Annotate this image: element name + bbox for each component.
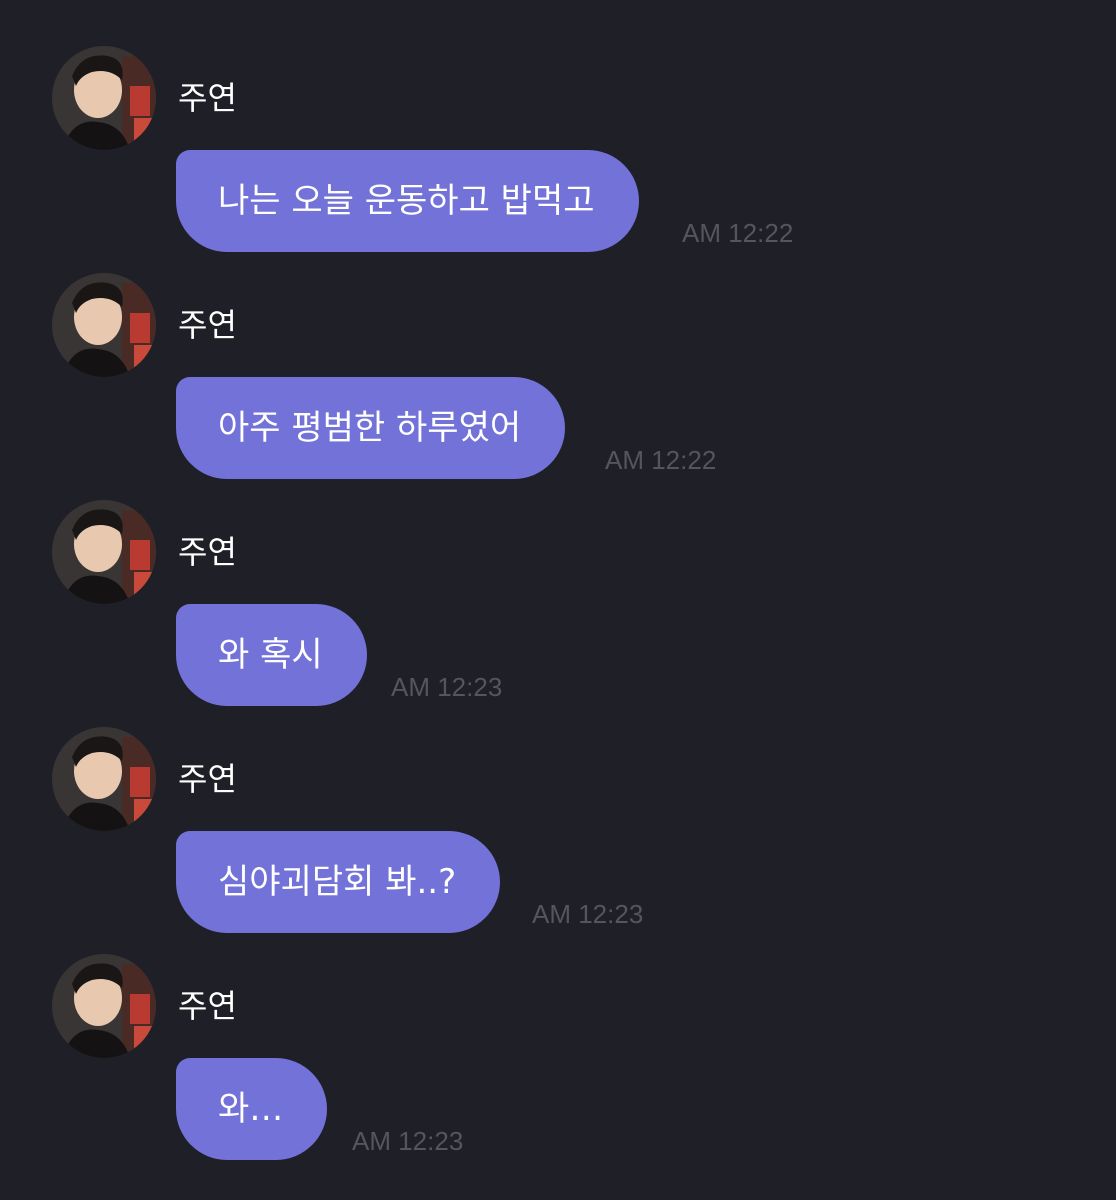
chat-area[interactable]: 주연 나는 오늘 운동하고 밥먹고 AM 12:22 주연 아주 평범한 하루였… bbox=[0, 0, 1116, 1200]
avatar[interactable] bbox=[52, 954, 156, 1058]
message-bubble[interactable]: 심야괴담회 봐..? bbox=[176, 831, 501, 933]
chat-message: 주연 와… AM 12:23 bbox=[0, 954, 1116, 1181]
message-bubble[interactable]: 와 혹시 bbox=[176, 604, 367, 706]
message-timestamp: AM 12:23 bbox=[532, 899, 644, 929]
message-bubble[interactable]: 아주 평범한 하루였어 bbox=[176, 377, 566, 479]
chat-message: 주연 나는 오늘 운동하고 밥먹고 AM 12:22 bbox=[0, 46, 1116, 273]
sender-name: 주연 bbox=[178, 987, 237, 1025]
sender-name: 주연 bbox=[178, 79, 237, 117]
avatar[interactable] bbox=[52, 500, 156, 604]
sender-name: 주연 bbox=[178, 760, 237, 798]
message-bubble[interactable]: 와… bbox=[176, 1058, 328, 1160]
sender-name: 주연 bbox=[178, 533, 237, 571]
chat-message: 주연 심야괴담회 봐..? AM 12:23 bbox=[0, 727, 1116, 954]
avatar[interactable] bbox=[52, 46, 156, 150]
message-timestamp: AM 12:23 bbox=[352, 1126, 464, 1156]
message-timestamp: AM 12:23 bbox=[391, 672, 503, 702]
message-timestamp: AM 12:22 bbox=[682, 218, 794, 248]
sender-name: 주연 bbox=[178, 306, 237, 344]
chat-message: 주연 아주 평범한 하루였어 AM 12:22 bbox=[0, 273, 1116, 500]
avatar[interactable] bbox=[52, 727, 156, 831]
message-bubble[interactable]: 나는 오늘 운동하고 밥먹고 bbox=[176, 150, 639, 252]
chat-message: 주연 와 혹시 AM 12:23 bbox=[0, 500, 1116, 727]
avatar[interactable] bbox=[52, 273, 156, 377]
message-timestamp: AM 12:22 bbox=[605, 445, 717, 475]
